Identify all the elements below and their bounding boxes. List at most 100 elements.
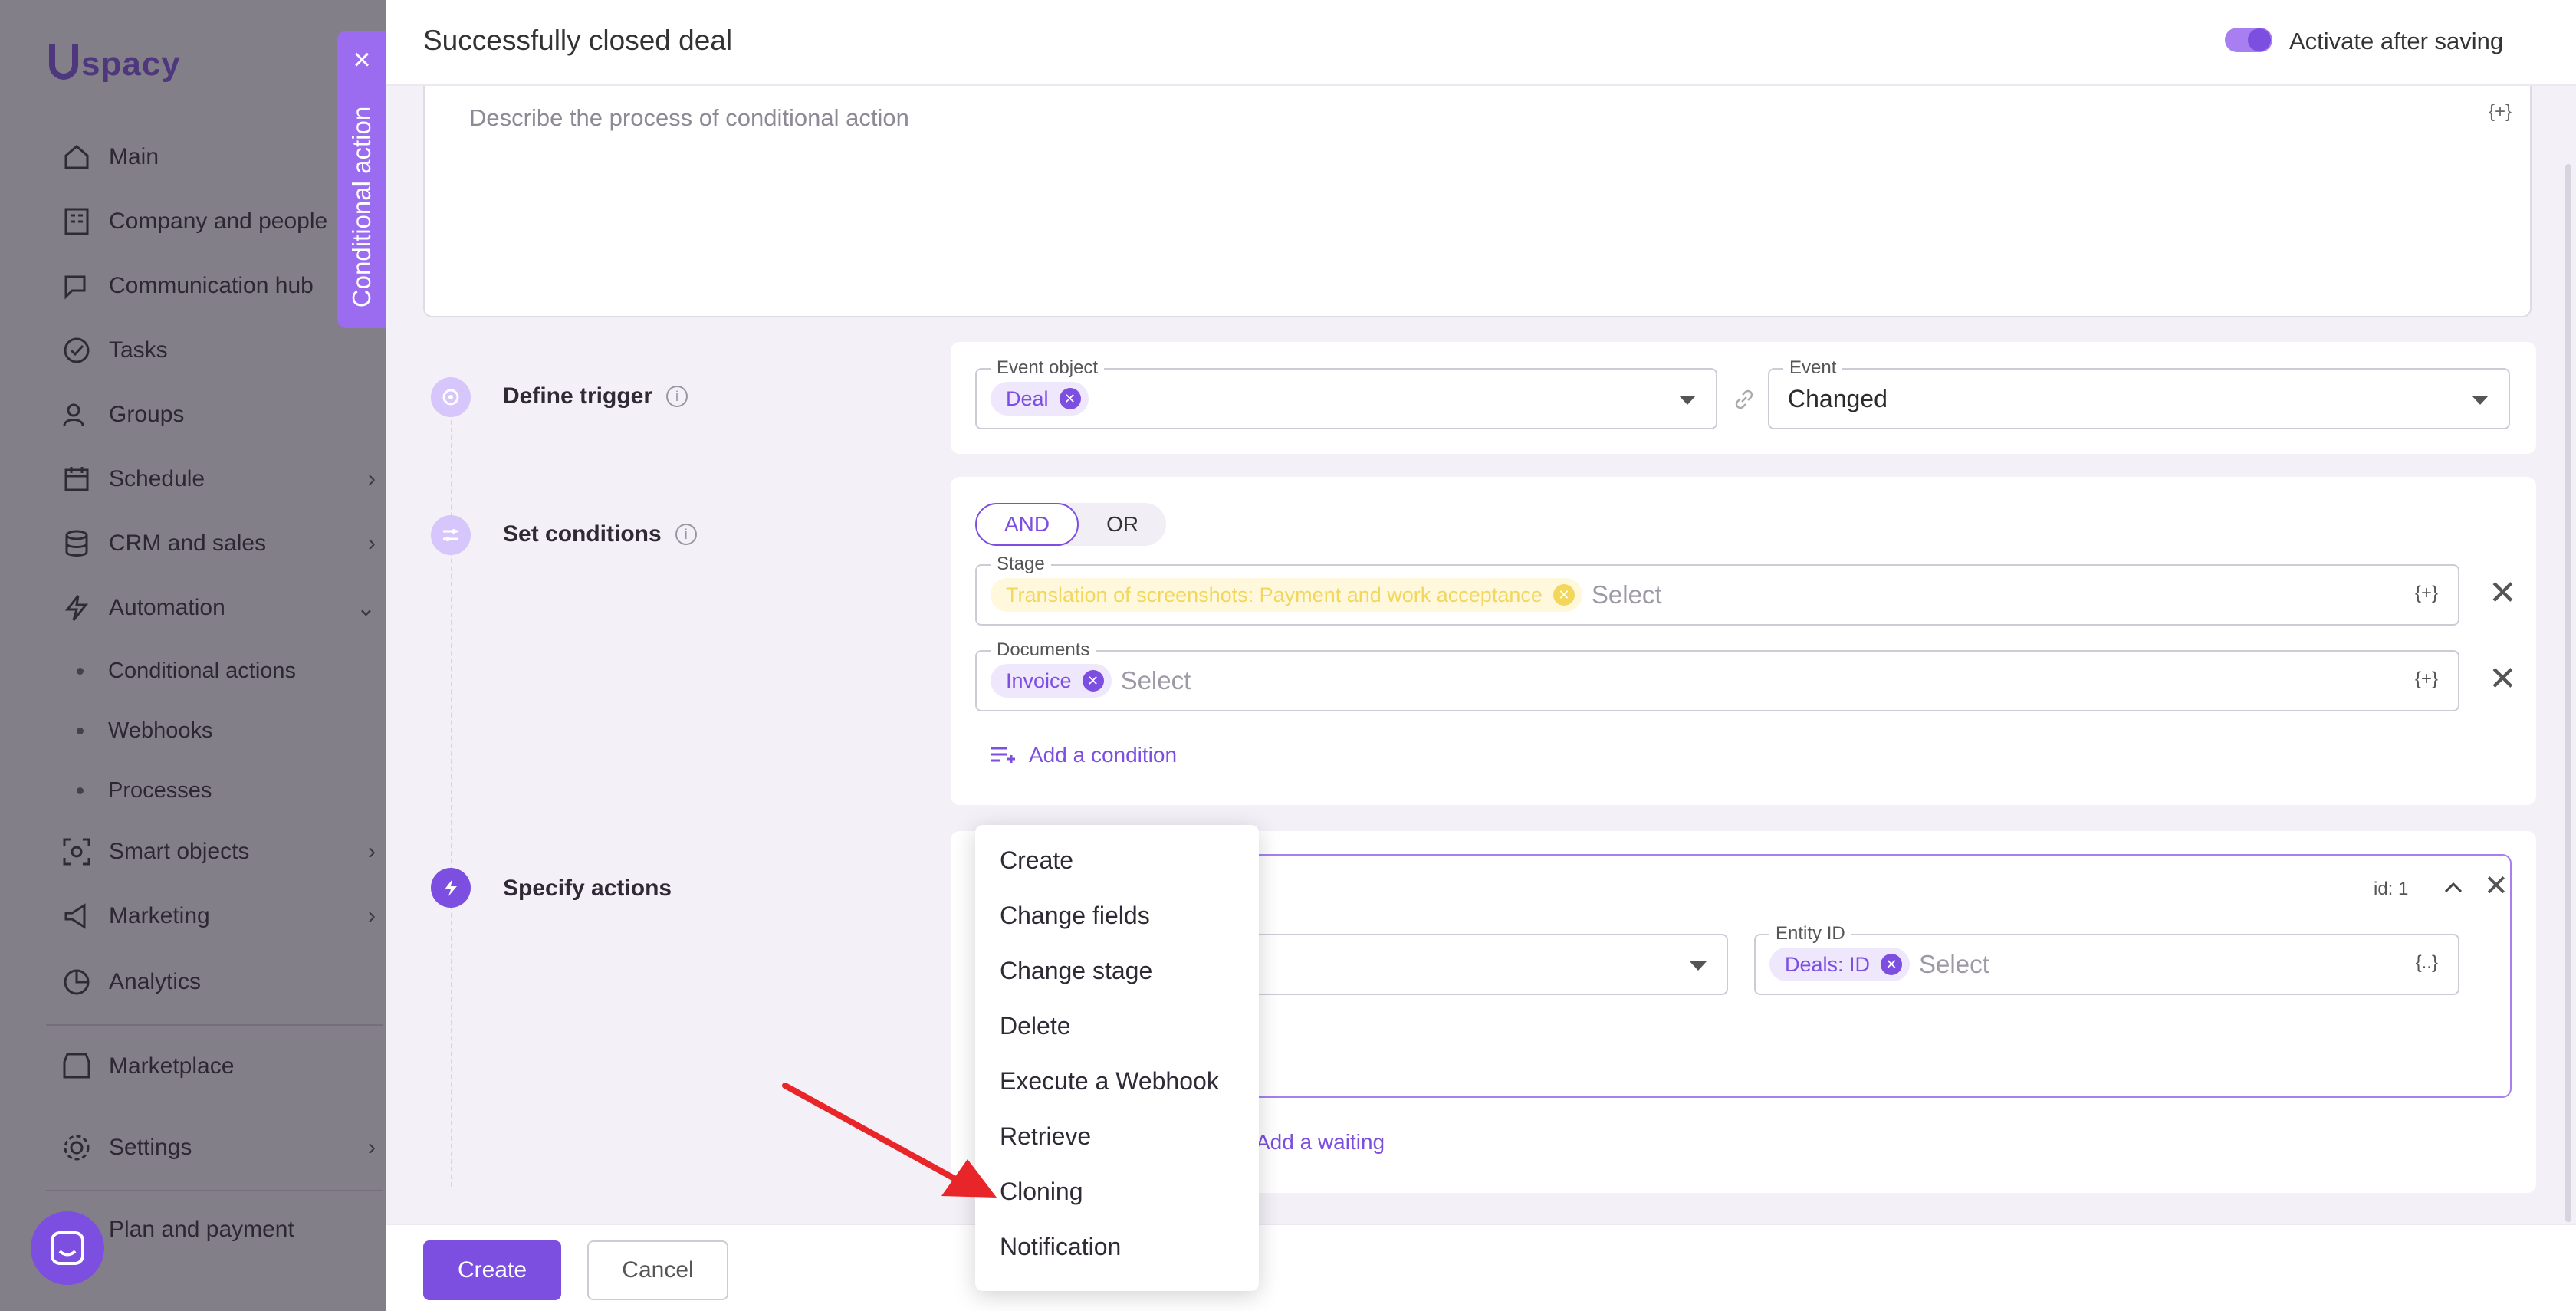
event-label: Event: [1783, 357, 1843, 379]
scrollbar[interactable]: [2565, 164, 2571, 1222]
sidebar-item-label: Tasks: [109, 337, 168, 363]
sidebar-item-smart-objects[interactable]: Smart objects ›: [60, 829, 382, 875]
insert-variable-button[interactable]: {+}: [2415, 669, 2438, 690]
sidebar-sub-webhooks[interactable]: Webhooks: [77, 711, 213, 750]
remove-condition-close-icon[interactable]: ✕: [2489, 662, 2517, 696]
conditional-action-tab[interactable]: × Conditional action: [337, 31, 386, 328]
dropdown-caret-icon: [1690, 961, 1707, 971]
documents-condition-field[interactable]: Documents Invoice ✕ Select {+}: [975, 639, 2459, 711]
stage-condition-field[interactable]: Stage Translation of screenshots: Paymen…: [975, 554, 2459, 626]
event-object-label: Event object: [991, 357, 1105, 379]
support-chat-button[interactable]: [31, 1211, 104, 1285]
trigger-step-icon: [431, 377, 471, 417]
insert-variable-button[interactable]: {..}: [2416, 952, 2438, 974]
menu-item-cloning[interactable]: Cloning: [975, 1164, 1259, 1219]
insert-variable-button[interactable]: {+}: [2489, 101, 2512, 123]
chevron-right-icon: ›: [368, 531, 376, 556]
info-icon[interactable]: i: [666, 386, 688, 407]
uspacy-logo[interactable]: spacy: [49, 44, 181, 84]
sidebar-item-crm[interactable]: CRM and sales ›: [60, 521, 382, 567]
panel-footer: Create Cancel: [386, 1224, 2576, 1311]
activate-label: Activate after saving: [2289, 28, 2504, 54]
entity-id-field[interactable]: Entity ID Deals: ID ✕ Select {..}: [1754, 923, 2459, 995]
sidebar-item-label: Automation: [109, 595, 225, 620]
entity-id-placeholder: Select: [1919, 950, 1990, 978]
event-select[interactable]: Event Changed: [1768, 357, 2510, 429]
documents-chip: Invoice ✕: [991, 664, 1112, 698]
sidebar-sub-conditional-actions[interactable]: Conditional actions: [77, 652, 296, 690]
sidebar-item-analytics[interactable]: Analytics: [60, 959, 382, 1005]
sidebar-item-plan[interactable]: Plan and payment: [60, 1207, 382, 1253]
insert-variable-button[interactable]: {+}: [2415, 583, 2438, 604]
stage-chip: Translation of screenshots: Payment and …: [991, 578, 1582, 612]
sidebar-item-schedule[interactable]: Schedule ›: [60, 456, 382, 502]
documents-label: Documents: [991, 639, 1096, 661]
sidebar-item-company[interactable]: Company and people: [60, 199, 382, 245]
collapse-chevron-up-icon[interactable]: [2441, 876, 2466, 900]
annotation-arrow: [782, 1083, 997, 1198]
logic-or-button[interactable]: OR: [1079, 503, 1166, 546]
remove-chip-icon[interactable]: ✕: [1082, 670, 1104, 692]
pie-icon: [60, 965, 94, 999]
activate-toggle[interactable]: [2225, 28, 2272, 52]
event-object-chip: Deal ✕: [991, 382, 1089, 416]
menu-item-change-fields[interactable]: Change fields: [975, 888, 1259, 943]
sidebar-item-settings[interactable]: Settings ›: [60, 1125, 382, 1171]
close-icon[interactable]: ×: [337, 44, 386, 75]
sidebar-item-marketing[interactable]: Marketing ›: [60, 893, 382, 939]
add-waiting-button[interactable]: Add a waiting: [1256, 1130, 1385, 1155]
sidebar-item-label: Company and people: [109, 209, 328, 234]
cancel-button[interactable]: Cancel: [587, 1240, 728, 1300]
menu-item-change-stage[interactable]: Change stage: [975, 943, 1259, 998]
sidebar-item-marketplace[interactable]: Marketplace: [60, 1043, 382, 1089]
menu-item-notification[interactable]: Notification: [975, 1219, 1259, 1274]
stage-label: Stage: [991, 554, 1051, 575]
sidebar-item-tasks[interactable]: Tasks: [60, 327, 382, 373]
sidebar-sub-processes[interactable]: Processes: [77, 771, 212, 810]
users-icon: [60, 398, 94, 432]
create-button[interactable]: Create: [423, 1240, 561, 1300]
remove-condition-close-icon[interactable]: ✕: [2489, 577, 2517, 610]
description-placeholder: Describe the process of conditional acti…: [469, 104, 909, 131]
gear-icon: [60, 1131, 94, 1165]
conditional-action-panel: Successfully closed deal Activate after …: [386, 0, 2576, 1311]
menu-item-execute-webhook[interactable]: Execute a Webhook: [975, 1053, 1259, 1109]
sidebar-divider: [46, 1024, 383, 1026]
sidebar-item-communication[interactable]: Communication hub: [60, 263, 382, 309]
database-icon: [60, 527, 94, 560]
remove-action-close-icon[interactable]: ✕: [2484, 869, 2509, 903]
chevron-right-icon: ›: [368, 903, 376, 928]
chevron-down-icon: ⌄: [356, 595, 376, 621]
logic-and-button[interactable]: AND: [975, 503, 1079, 546]
sidebar-item-label: Analytics: [109, 969, 202, 994]
conditions-step-icon: [431, 515, 471, 555]
remove-chip-icon[interactable]: ✕: [1552, 584, 1575, 606]
event-object-select[interactable]: Event object Deal ✕: [975, 357, 1717, 429]
menu-item-delete[interactable]: Delete: [975, 998, 1259, 1053]
set-conditions-label: Set conditions i: [503, 521, 697, 547]
panel-header: Successfully closed deal Activate after …: [386, 0, 2576, 86]
sidebar-item-label: Settings: [109, 1135, 192, 1160]
sidebar-item-label: Smart objects: [109, 839, 250, 864]
sidebar-sub-label: Conditional actions: [108, 658, 297, 683]
menu-item-retrieve[interactable]: Retrieve: [975, 1109, 1259, 1164]
menu-item-create[interactable]: Create: [975, 833, 1259, 888]
remove-chip-icon[interactable]: ✕: [1059, 388, 1081, 409]
sidebar-item-automation[interactable]: Automation ⌄: [60, 585, 382, 631]
sidebar-item-groups[interactable]: Groups: [60, 392, 382, 438]
add-condition-button[interactable]: Add a condition: [989, 742, 1177, 768]
check-circle-icon: [60, 334, 94, 367]
link-icon: [1735, 389, 1753, 409]
sidebar-item-main[interactable]: Main: [60, 134, 382, 180]
sidebar: spacy Main Company and people Communicat…: [0, 0, 386, 1311]
define-trigger-label: Define trigger i: [503, 383, 688, 409]
chevron-right-icon: ›: [368, 839, 376, 864]
store-icon: [60, 1050, 94, 1083]
description-textarea[interactable]: Describe the process of conditional acti…: [423, 86, 2532, 317]
sidebar-item-label: CRM and sales: [109, 531, 267, 556]
dropdown-caret-icon: [1679, 396, 1696, 405]
remove-chip-icon[interactable]: ✕: [1881, 954, 1903, 975]
chat-icon: [51, 1231, 84, 1265]
sidebar-sub-label: Processes: [108, 777, 212, 803]
info-icon[interactable]: i: [675, 524, 697, 545]
